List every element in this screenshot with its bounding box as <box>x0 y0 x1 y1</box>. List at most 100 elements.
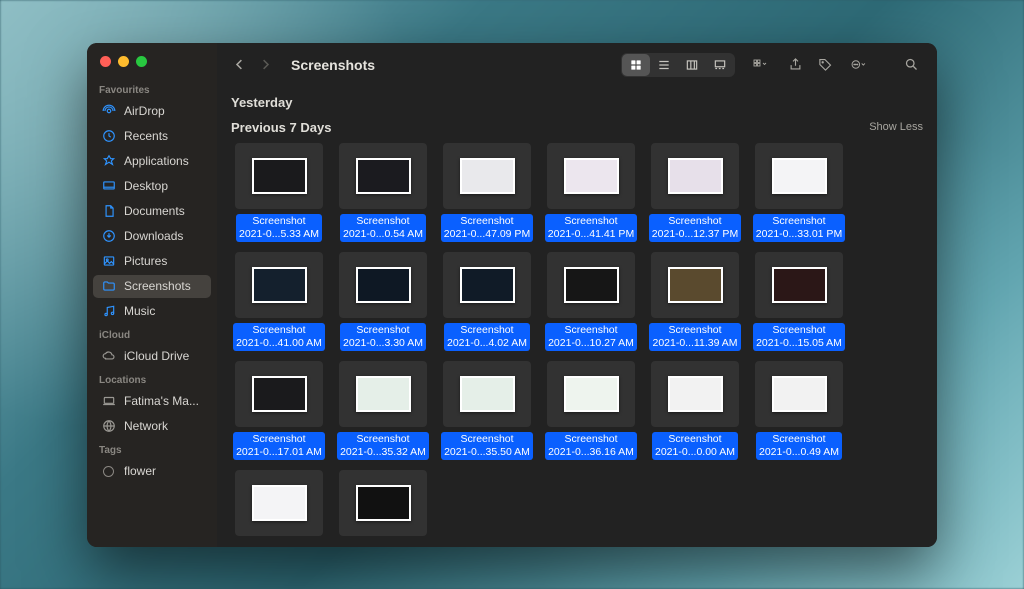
file-name: Screenshot2021-0...5.33 AM <box>236 214 322 242</box>
actions-button[interactable] <box>843 53 873 77</box>
group-yesterday[interactable]: Yesterday <box>227 89 927 114</box>
close-window-button[interactable] <box>100 56 111 67</box>
file-name: Screenshot2021-0...12.37 PM <box>649 214 741 242</box>
file-item[interactable]: Screenshot2021-0...0.54 AM <box>331 143 435 242</box>
file-name: Screenshot2021-0...15.05 AM <box>753 323 845 351</box>
sidebar-item-label: Fatima's Ma... <box>124 394 203 408</box>
file-item[interactable]: Screenshot2021-0...33.01 PM <box>747 143 851 242</box>
file-item[interactable]: Screenshot2021-0...36.16 AM <box>539 361 643 460</box>
file-item[interactable]: Screenshot2021-0...35.32 AM <box>331 361 435 460</box>
sidebar-item-screenshots[interactable]: Screenshots <box>93 275 211 298</box>
icon-view-button[interactable] <box>622 54 650 76</box>
group-prev7-label: Previous 7 Days <box>231 120 331 135</box>
sidebar-item-applications[interactable]: Applications <box>93 150 211 173</box>
show-less-button[interactable]: Show Less <box>869 121 923 133</box>
tag-dot-icon <box>101 464 116 479</box>
group-previous-7-days[interactable]: Previous 7 Days Show Less <box>227 114 927 139</box>
thumbnail <box>460 267 515 303</box>
forward-button[interactable] <box>253 53 277 77</box>
file-item[interactable]: Screenshot2021-0...15.05 AM <box>747 252 851 351</box>
file-item[interactable]: Screenshot2021-0...0.49 AM <box>747 361 851 460</box>
sidebar-item-tag-flower[interactable]: flower <box>93 460 211 483</box>
thumbnail-wrap <box>547 252 635 318</box>
file-item[interactable] <box>227 470 331 536</box>
file-item[interactable]: Screenshot2021-0...12.37 PM <box>643 143 747 242</box>
file-item[interactable] <box>331 470 435 536</box>
file-item[interactable]: Screenshot2021-0...11.39 AM <box>643 252 747 351</box>
file-name: Screenshot2021-0...41.41 PM <box>545 214 637 242</box>
window-title: Screenshots <box>291 57 375 73</box>
thumbnail <box>356 158 411 194</box>
airdrop-icon <box>101 104 116 119</box>
file-item[interactable]: Screenshot2021-0...5.33 AM <box>227 143 331 242</box>
sidebar-item-desktop[interactable]: Desktop <box>93 175 211 198</box>
file-item[interactable]: Screenshot2021-0...0.00 AM <box>643 361 747 460</box>
tags-button[interactable] <box>813 53 837 77</box>
sidebar-section-icloud: iCloud <box>87 324 217 344</box>
thumbnail-wrap <box>547 361 635 427</box>
sidebar-item-network[interactable]: Network <box>93 415 211 438</box>
sidebar-item-downloads[interactable]: Downloads <box>93 225 211 248</box>
minimize-window-button[interactable] <box>118 56 129 67</box>
file-name: Screenshot2021-0...35.50 AM <box>441 432 533 460</box>
sidebar-item-documents[interactable]: Documents <box>93 200 211 223</box>
thumbnail-wrap <box>755 252 843 318</box>
sidebar-item-pictures[interactable]: Pictures <box>93 250 211 273</box>
thumbnail-wrap <box>443 252 531 318</box>
file-item[interactable]: Screenshot2021-0...3.30 AM <box>331 252 435 351</box>
thumbnail-wrap <box>651 361 739 427</box>
sidebar-item-label: Recents <box>124 129 203 143</box>
thumbnail-wrap <box>339 470 427 536</box>
sidebar-item-icloud-drive[interactable]: iCloud Drive <box>93 345 211 368</box>
file-item[interactable]: Screenshot2021-0...10.27 AM <box>539 252 643 351</box>
thumbnail <box>356 485 411 521</box>
sidebar-item-airdrop[interactable]: AirDrop <box>93 100 211 123</box>
thumbnail-wrap <box>755 143 843 209</box>
thumbnail-wrap <box>547 143 635 209</box>
thumbnail-wrap <box>443 143 531 209</box>
sidebar: Favourites AirDrop Recents Applications … <box>87 43 217 547</box>
maximize-window-button[interactable] <box>136 56 147 67</box>
sidebar-item-recents[interactable]: Recents <box>93 125 211 148</box>
downloads-icon <box>101 229 116 244</box>
column-view-button[interactable] <box>678 54 706 76</box>
thumbnail <box>564 158 619 194</box>
thumbnail <box>356 376 411 412</box>
file-item[interactable]: Screenshot2021-0...35.50 AM <box>435 361 539 460</box>
thumbnail-wrap <box>235 361 323 427</box>
file-browser-body[interactable]: Yesterday Previous 7 Days Show Less Scre… <box>217 87 937 547</box>
thumbnail <box>772 376 827 412</box>
sidebar-item-label: AirDrop <box>124 104 203 118</box>
pictures-icon <box>101 254 116 269</box>
file-name: Screenshot2021-0...4.02 AM <box>444 323 530 351</box>
list-view-button[interactable] <box>650 54 678 76</box>
group-by-button[interactable] <box>743 53 777 77</box>
thumbnail-wrap <box>339 143 427 209</box>
applications-icon <box>101 154 116 169</box>
sidebar-item-label: Music <box>124 304 203 318</box>
folder-icon <box>101 279 116 294</box>
sidebar-item-label: Applications <box>124 154 203 168</box>
file-item[interactable]: Screenshot2021-0...47.09 PM <box>435 143 539 242</box>
file-name: Screenshot2021-0...3.30 AM <box>340 323 426 351</box>
file-item[interactable]: Screenshot2021-0...4.02 AM <box>435 252 539 351</box>
file-name: Screenshot2021-0...11.39 AM <box>649 323 740 351</box>
file-item[interactable]: Screenshot2021-0...41.41 PM <box>539 143 643 242</box>
search-button[interactable] <box>899 53 923 77</box>
thumbnail-wrap <box>235 143 323 209</box>
sidebar-item-label: Documents <box>124 204 203 218</box>
sidebar-item-music[interactable]: Music <box>93 300 211 323</box>
thumbnail <box>668 267 723 303</box>
file-item[interactable]: Screenshot2021-0...41.00 AM <box>227 252 331 351</box>
back-button[interactable] <box>227 53 251 77</box>
share-button[interactable] <box>783 53 807 77</box>
thumbnail <box>252 376 307 412</box>
sidebar-item-computer[interactable]: Fatima's Ma... <box>93 390 211 413</box>
file-name: Screenshot2021-0...0.49 AM <box>756 432 842 460</box>
gallery-view-button[interactable] <box>706 54 734 76</box>
thumbnail <box>772 158 827 194</box>
file-item[interactable]: Screenshot2021-0...17.01 AM <box>227 361 331 460</box>
file-name: Screenshot2021-0...0.00 AM <box>652 432 738 460</box>
file-name: Screenshot2021-0...47.09 PM <box>441 214 533 242</box>
thumbnail <box>356 267 411 303</box>
